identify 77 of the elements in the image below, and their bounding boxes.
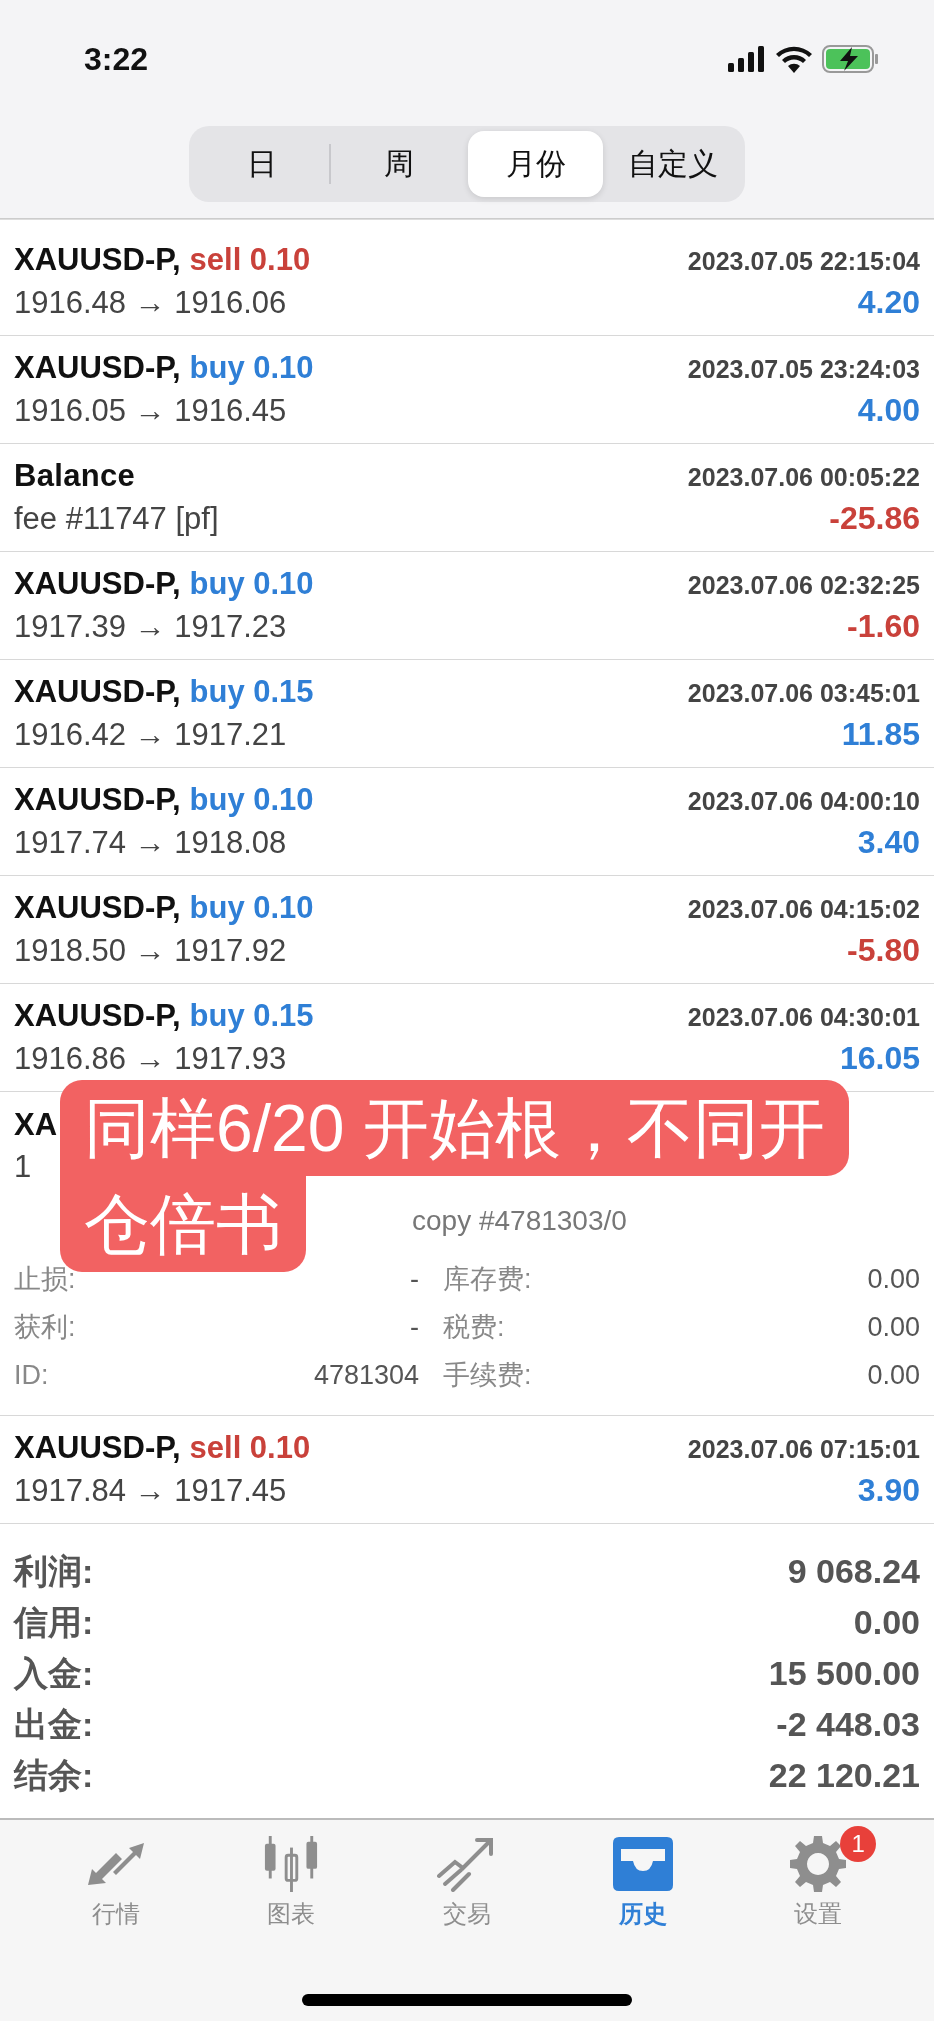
trade-symbol: XAUUSD-P, buy 0.15 <box>14 674 314 710</box>
detail-value: 4781304 <box>312 1359 419 1391</box>
trade-symbol: XAUUSD-P, buy 0.10 <box>14 782 314 818</box>
trade-time: 2023.07.06 04:00:10 <box>687 787 920 816</box>
trade-time: 2023.07.06 04:15:02 <box>687 895 920 924</box>
trade-profit: 16.05 <box>839 1040 920 1077</box>
trade-time: 2023.07.06 03:45:01 <box>687 679 920 708</box>
period-tab[interactable]: 自定义 <box>605 131 740 197</box>
trade-symbol: XAUUSD-P, buy 0.10 <box>14 890 314 926</box>
trade-profit: 4.00 <box>857 392 920 429</box>
trade-prices: 1917.84 → 1917.45 <box>14 1473 287 1509</box>
trade-prices: 1916.42 → 1917.21 <box>14 717 287 753</box>
detail-label: ID: <box>14 1359 50 1391</box>
trade-symbol: XAUUSD-P, sell 0.10 <box>14 1430 311 1466</box>
trade-time: 2023.07.06 07:15:01 <box>687 1435 920 1464</box>
period-tab[interactable]: 月份 <box>468 131 603 197</box>
tab-bar-item[interactable]: 历史 <box>572 1824 713 1930</box>
trade-prices: 1916.05 → 1916.45 <box>14 393 287 429</box>
detail-label: 税费: <box>442 1311 506 1344</box>
trade-symbol: XAUUSD-P, buy 0.10 <box>14 350 314 386</box>
trade-prices: 1918.50 → 1917.92 <box>14 933 287 969</box>
detail-value: 0.00 <box>866 1359 920 1391</box>
trade-time: 2023.07.05 22:15:04 <box>687 247 920 276</box>
summary-label: 入金: <box>14 1652 94 1694</box>
tab-bar-item[interactable]: 图表 <box>221 1824 362 1930</box>
trade-profit: 4.20 <box>857 284 920 321</box>
signal-icon <box>728 46 766 72</box>
trade-profit: 11.85 <box>841 716 920 753</box>
trade-prices: 1917.39 → 1917.23 <box>14 609 287 645</box>
settings-icon <box>790 1836 847 1892</box>
trade-symbol: XAUUSD-P, sell 0.10 <box>14 242 311 278</box>
trade-symbol: Balance <box>14 458 135 494</box>
trade-profit: -5.80 <box>847 932 920 969</box>
tab-bar-item[interactable]: 交易 <box>397 1824 537 1930</box>
tab-bar-item[interactable]: 行情 <box>45 1824 186 1930</box>
summary-label: 结余: <box>14 1754 94 1796</box>
trade-comment: copy #4781303/0 <box>412 1205 627 1236</box>
wifi-icon <box>776 45 812 73</box>
detail-label: 库存费: <box>442 1263 533 1296</box>
trade-symbol: XAUUSD-P, buy 0.10 <box>14 566 314 602</box>
trade-prices: 1916.86 → 1917.93 <box>14 1041 287 1077</box>
detail-label: 获利: <box>14 1311 77 1344</box>
trade-profit: 3.40 <box>857 824 920 861</box>
trade-prices: 1916.48 → 1916.06 <box>14 285 287 321</box>
inbox-icon <box>612 1836 673 1892</box>
summary-value: 9 068.24 <box>787 1552 920 1591</box>
trade-profit: -1.60 <box>847 608 920 645</box>
battery-charging-icon <box>822 45 880 73</box>
tab-bar-item[interactable]: 1 设置 <box>748 1824 889 1930</box>
summary-label: 出金: <box>14 1703 94 1745</box>
trade-time: 2023.07.06 04:30:01 <box>687 1003 920 1032</box>
trade-symbol: XA <box>14 1106 58 1143</box>
period-tab[interactable]: 周 <box>331 131 466 197</box>
detail-value: - <box>409 1263 419 1295</box>
detail-value: 0.00 <box>866 1263 920 1295</box>
detail-label: 手续费: <box>442 1359 533 1392</box>
notification-badge: 1 <box>840 1826 877 1862</box>
trade-time: 2023.07.05 23:24:03 <box>687 355 920 384</box>
trade-prices: fee #11747 [pf] <box>14 501 219 537</box>
summary-value: 22 120.21 <box>768 1756 920 1795</box>
trade-prices: 1917.74 → 1918.08 <box>14 825 287 861</box>
trade-profit: -25.86 <box>829 500 920 537</box>
summary-value: 0.00 <box>853 1603 920 1642</box>
summary-label: 利润: <box>14 1550 94 1592</box>
annotation-label: 同样6/20 开始根，不同开 <box>60 1080 849 1176</box>
trade-profit: 3.90 <box>857 1472 920 1509</box>
summary-label: 信用: <box>14 1601 94 1643</box>
trade-symbol: XAUUSD-P, buy 0.15 <box>14 998 314 1034</box>
period-tab[interactable]: 日 <box>194 131 329 197</box>
detail-value: 0.00 <box>866 1311 920 1343</box>
detail-value: - <box>409 1311 419 1343</box>
summary-value: -2 448.03 <box>776 1705 920 1744</box>
trade-prices: 1 <box>14 1148 32 1185</box>
summary-value: 15 500.00 <box>768 1654 920 1693</box>
status-time: 3:22 <box>84 40 149 78</box>
trade-time: 2023.07.06 02:32:25 <box>687 571 920 600</box>
trade-time: 2023.07.06 00:05:22 <box>687 463 920 492</box>
